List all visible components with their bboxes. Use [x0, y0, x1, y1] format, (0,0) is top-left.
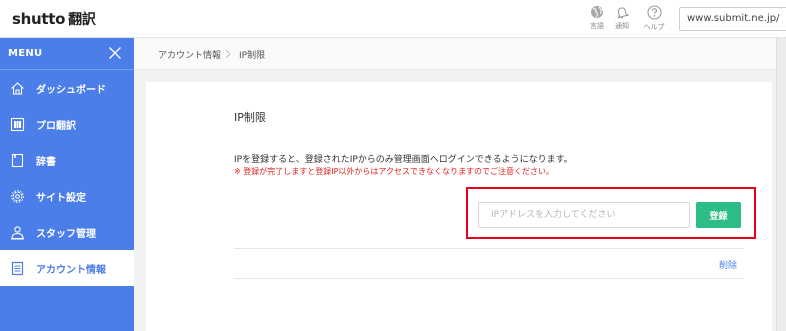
- gear-icon: [11, 190, 24, 203]
- top-header: shutto 翻訳 言語 通知 ヘルプ www.submit.ne.jp/: [0, 0, 786, 38]
- sidebar: MENU ダッシュボード プロ翻訳 辞書 サイト設定 スタッフ管理 アカウント情…: [0, 38, 134, 331]
- notification-menu[interactable]: 通知: [605, 5, 639, 31]
- breadcrumb-account-info[interactable]: アカウント情報: [158, 48, 221, 61]
- description-text: IPを登録すると、登録されたIPからのみ管理画面へログインできるようになります。: [234, 155, 573, 165]
- site-url-selector[interactable]: www.submit.ne.jp/: [679, 7, 786, 31]
- bell-icon: [617, 7, 629, 19]
- sidebar-item-label: プロ翻訳: [36, 121, 76, 132]
- globe-icon: [591, 6, 603, 18]
- sidebar-item-label: アカウント情報: [36, 265, 106, 276]
- sidebar-item-account-info[interactable]: アカウント情報: [0, 250, 134, 286]
- sidebar-item-site-settings[interactable]: サイト設定: [0, 178, 134, 214]
- warning-text: ※ 登録が完了しますと登録IP以外からはアクセスできなくなりますのでご注意くださ…: [234, 167, 555, 176]
- staff-icon: [11, 226, 24, 240]
- delete-link[interactable]: 削除: [719, 258, 737, 271]
- sidebar-item-staff-management[interactable]: スタッフ管理: [0, 214, 134, 250]
- book-icon: [11, 153, 24, 168]
- ip-address-input[interactable]: [478, 202, 690, 228]
- sidebar-item-dashboard[interactable]: ダッシュボード: [0, 70, 134, 106]
- sidebar-item-label: スタッフ管理: [36, 229, 96, 240]
- help-menu[interactable]: ヘルプ: [637, 5, 671, 32]
- scrollbar[interactable]: [776, 38, 786, 331]
- sidebar-item-label: ダッシュボード: [36, 85, 106, 96]
- divider: [234, 278, 744, 279]
- logo-text: shutto: [12, 10, 66, 28]
- help-label: ヘルプ: [643, 23, 665, 31]
- chevron-right-icon: [225, 49, 231, 59]
- sidebar-item-dictionary[interactable]: 辞書: [0, 142, 134, 178]
- help-icon: [646, 5, 662, 20]
- page-title: IP制限: [234, 111, 266, 124]
- breadcrumb: アカウント情報 IP制限: [134, 38, 786, 70]
- sidebar-item-pro-translation[interactable]: プロ翻訳: [0, 106, 134, 142]
- menu-title: MENU: [8, 48, 43, 59]
- notification-label: 通知: [615, 22, 629, 30]
- home-icon: [11, 82, 24, 95]
- document-icon: [11, 261, 24, 276]
- logo-jp-text: 翻訳: [68, 12, 96, 28]
- menu-header: MENU: [0, 38, 134, 70]
- ip-restriction-panel: IP制限 IPを登録すると、登録されたIPからのみ管理画面へログインできるように…: [146, 82, 772, 331]
- app-logo[interactable]: shutto 翻訳: [12, 9, 96, 29]
- close-icon[interactable]: [108, 46, 122, 60]
- sidebar-item-label: サイト設定: [36, 193, 86, 204]
- divider: [234, 248, 744, 249]
- register-button[interactable]: 登録: [696, 202, 741, 228]
- sidebar-item-label: 辞書: [36, 157, 56, 168]
- grid-icon: [10, 117, 25, 132]
- breadcrumb-ip-restriction: IP制限: [239, 51, 266, 61]
